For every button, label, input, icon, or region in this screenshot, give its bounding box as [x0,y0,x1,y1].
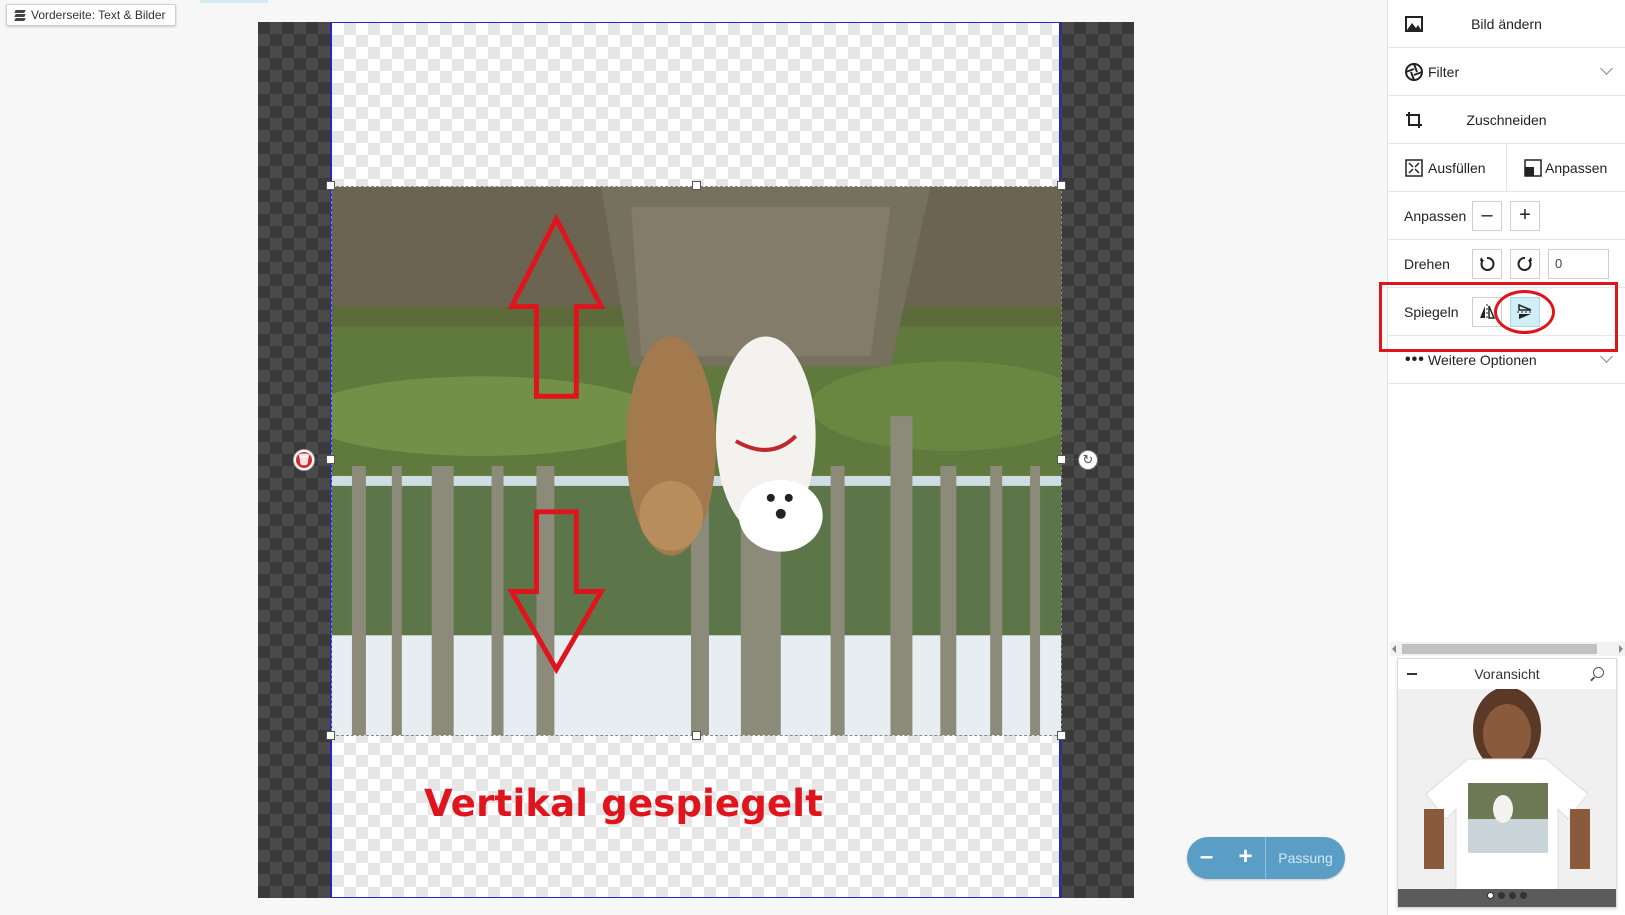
tshirt-preview-image[interactable] [1398,689,1616,907]
minimize-icon[interactable] [1407,673,1417,675]
rotate-icon[interactable]: ↻ [1078,450,1098,470]
scale-down-button[interactable]: – [1472,200,1502,231]
photo-content [332,187,1061,735]
zoom-fit-button[interactable]: Passung [1266,837,1345,879]
rotate-row: Drehen 0 [1388,240,1625,288]
crop-icon [1388,111,1424,129]
zoom-out-button[interactable]: – [1187,837,1226,879]
preview-dot-4[interactable] [1520,892,1527,899]
preview-dot-1[interactable] [1487,892,1494,899]
fill-label: Ausfüllen [1428,159,1486,176]
fit-label: Anpassen [1545,159,1608,176]
resize-handle-middle-right[interactable] [1057,455,1066,464]
fill-icon [1388,158,1424,177]
filter-label: Filter [1428,63,1460,80]
scale-up-button[interactable]: + [1510,200,1540,231]
more-options-label: Weitere Optionen [1428,351,1537,368]
rotation-angle-input[interactable]: 0 [1548,248,1609,279]
preview-dot-3[interactable] [1509,892,1516,899]
scale-row: Anpassen – + [1388,192,1625,240]
zoom-controls: – + Passung [1187,837,1345,879]
fit-icon [1507,158,1543,177]
resize-handle-top-right[interactable] [1057,181,1066,190]
tshirt-mockup [1398,689,1616,907]
scale-label: Anpassen [1404,207,1467,224]
more-icon: ••• [1405,350,1425,368]
change-image-label: Bild ändern [1471,15,1542,32]
mirror-vertical-highlight-circle [1494,290,1555,334]
preview-header: Voransicht [1398,659,1616,689]
active-tab-indicator [200,0,268,3]
fill-fit-row: Ausfüllen Anpassen [1388,144,1625,192]
rotate-left-button[interactable] [1472,248,1502,279]
rotate-left-icon [1480,256,1495,271]
scroll-right-arrow-icon[interactable] [1619,645,1623,653]
resize-handle-top-center[interactable] [692,181,701,190]
resize-handle-top-left[interactable] [326,181,335,190]
rotate-label: Drehen [1404,255,1450,272]
placed-photo[interactable] [331,186,1062,736]
layers-icon [14,10,26,21]
annotation-vertically-mirrored: Vertikal gespiegelt [424,782,824,825]
resize-handle-bottom-right[interactable] [1057,731,1066,740]
preview-title: Voransicht [1474,666,1540,682]
scroll-left-arrow-icon[interactable] [1392,645,1396,653]
scrollbar-thumb[interactable] [1402,644,1597,654]
zoom-search-icon[interactable] [1593,667,1604,678]
crop-button[interactable]: Zuschneiden [1388,96,1625,144]
image-icon [1388,15,1424,32]
panel-horizontal-scrollbar[interactable] [1390,642,1625,656]
preview-dot-2[interactable] [1498,892,1505,899]
layer-selector-label: Vorderseite: Text & Bilder [31,8,166,22]
resize-handle-middle-left[interactable] [326,455,335,464]
chevron-down-icon [1600,350,1613,363]
chevron-down-icon [1600,62,1613,75]
layer-selector-chip[interactable]: Vorderseite: Text & Bilder [6,4,176,26]
aperture-icon [1388,62,1424,81]
fill-button[interactable]: Ausfüllen [1388,144,1506,191]
change-image-button[interactable]: Bild ändern [1388,0,1625,48]
delete-connector [312,459,327,460]
resize-handle-bottom-left[interactable] [326,731,335,740]
preview-pagination-dots [1398,892,1616,899]
delete-icon[interactable]: 🗑 [294,450,314,470]
preview-window: Voransicht [1397,658,1617,908]
rotate-right-button[interactable] [1510,248,1540,279]
fit-button[interactable]: Anpassen [1506,144,1625,191]
crop-label: Zuschneiden [1466,111,1547,128]
zoom-in-button[interactable]: + [1226,837,1265,879]
filter-dropdown[interactable]: Filter [1388,48,1625,96]
rotate-right-icon [1517,256,1532,271]
resize-handle-bottom-center[interactable] [692,731,701,740]
